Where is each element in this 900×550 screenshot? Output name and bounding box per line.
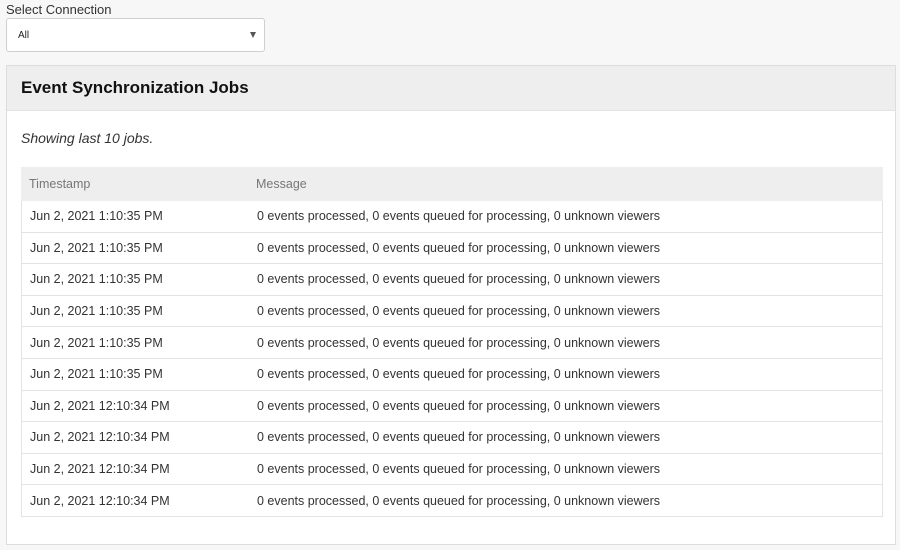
row-timestamp: Jun 2, 2021 1:10:35 PM xyxy=(30,240,163,255)
table-row: Jun 2, 2021 1:10:35 PM 0 events processed… xyxy=(21,264,883,296)
row-message: 0 events processed, 0 events queued for … xyxy=(257,240,661,255)
table-row: Jun 2, 2021 12:10:34 PM 0 events processe… xyxy=(21,422,883,454)
row-timestamp: Jun 2, 2021 1:10:35 PM xyxy=(30,304,163,319)
row-timestamp: Jun 2, 2021 12:10:34 PM xyxy=(30,462,170,477)
row-message: 0 events processed, 0 events queued for … xyxy=(257,462,661,477)
table-body: Jun 2, 2021 1:10:35 PM 0 events processed… xyxy=(21,201,883,517)
table-row: Jun 2, 2021 1:10:35 PM 0 events processed… xyxy=(21,327,883,359)
panel-title: Event Synchronization Jobs xyxy=(7,66,895,111)
row-timestamp: Jun 2, 2021 1:10:35 PM xyxy=(30,367,163,382)
row-timestamp: Jun 2, 2021 12:10:34 PM xyxy=(30,430,170,445)
table-row: Jun 2, 2021 12:10:34 PM 0 events processe… xyxy=(21,390,883,423)
panel-subtitle: Showing last 10 jobs. xyxy=(21,130,154,146)
table-row: Jun 2, 2021 1:10:35 PM 0 events processed… xyxy=(21,295,883,328)
row-timestamp: Jun 2, 2021 1:10:35 PM xyxy=(30,209,163,224)
row-message: 0 events processed, 0 events queued for … xyxy=(257,335,661,350)
row-timestamp: Jun 2, 2021 12:10:34 PM xyxy=(30,493,170,508)
row-message: 0 events processed, 0 events queued for … xyxy=(257,430,661,445)
row-timestamp: Jun 2, 2021 1:10:35 PM xyxy=(30,335,163,350)
table-row: Jun 2, 2021 12:10:34 PM 0 events processe… xyxy=(21,453,883,486)
jobs-table: Timestamp Message Jun 2, 2021 1:10:35 PM… xyxy=(21,167,883,517)
row-timestamp: Jun 2, 2021 12:10:34 PM xyxy=(30,398,170,413)
connection-select-value: All xyxy=(18,29,30,41)
table-header: Timestamp Message xyxy=(21,167,883,201)
column-header-timestamp[interactable]: Timestamp xyxy=(21,177,256,191)
row-message: 0 events processed, 0 events queued for … xyxy=(257,209,661,224)
table-row: Jun 2, 2021 12:10:34 PM 0 events processe… xyxy=(21,485,883,517)
connection-label: Select Connection xyxy=(6,2,112,17)
table-row: Jun 2, 2021 1:10:35 PM 0 events processed… xyxy=(21,358,883,391)
table-row: Jun 2, 2021 1:10:35 PM 0 events processed… xyxy=(21,232,883,265)
row-timestamp: Jun 2, 2021 1:10:35 PM xyxy=(30,272,163,287)
table-row: Jun 2, 2021 1:10:35 PM 0 events processed… xyxy=(21,201,883,233)
chevron-down-icon xyxy=(250,32,256,38)
row-message: 0 events processed, 0 events queued for … xyxy=(257,398,661,413)
column-header-message[interactable]: Message xyxy=(256,177,883,191)
row-message: 0 events processed, 0 events queued for … xyxy=(257,272,661,287)
sync-jobs-panel: Event Synchronization Jobs Showing last … xyxy=(6,65,896,545)
row-message: 0 events processed, 0 events queued for … xyxy=(257,493,661,508)
row-message: 0 events processed, 0 events queued for … xyxy=(257,304,661,319)
connection-select[interactable]: All xyxy=(6,18,265,52)
row-message: 0 events processed, 0 events queued for … xyxy=(257,367,661,382)
